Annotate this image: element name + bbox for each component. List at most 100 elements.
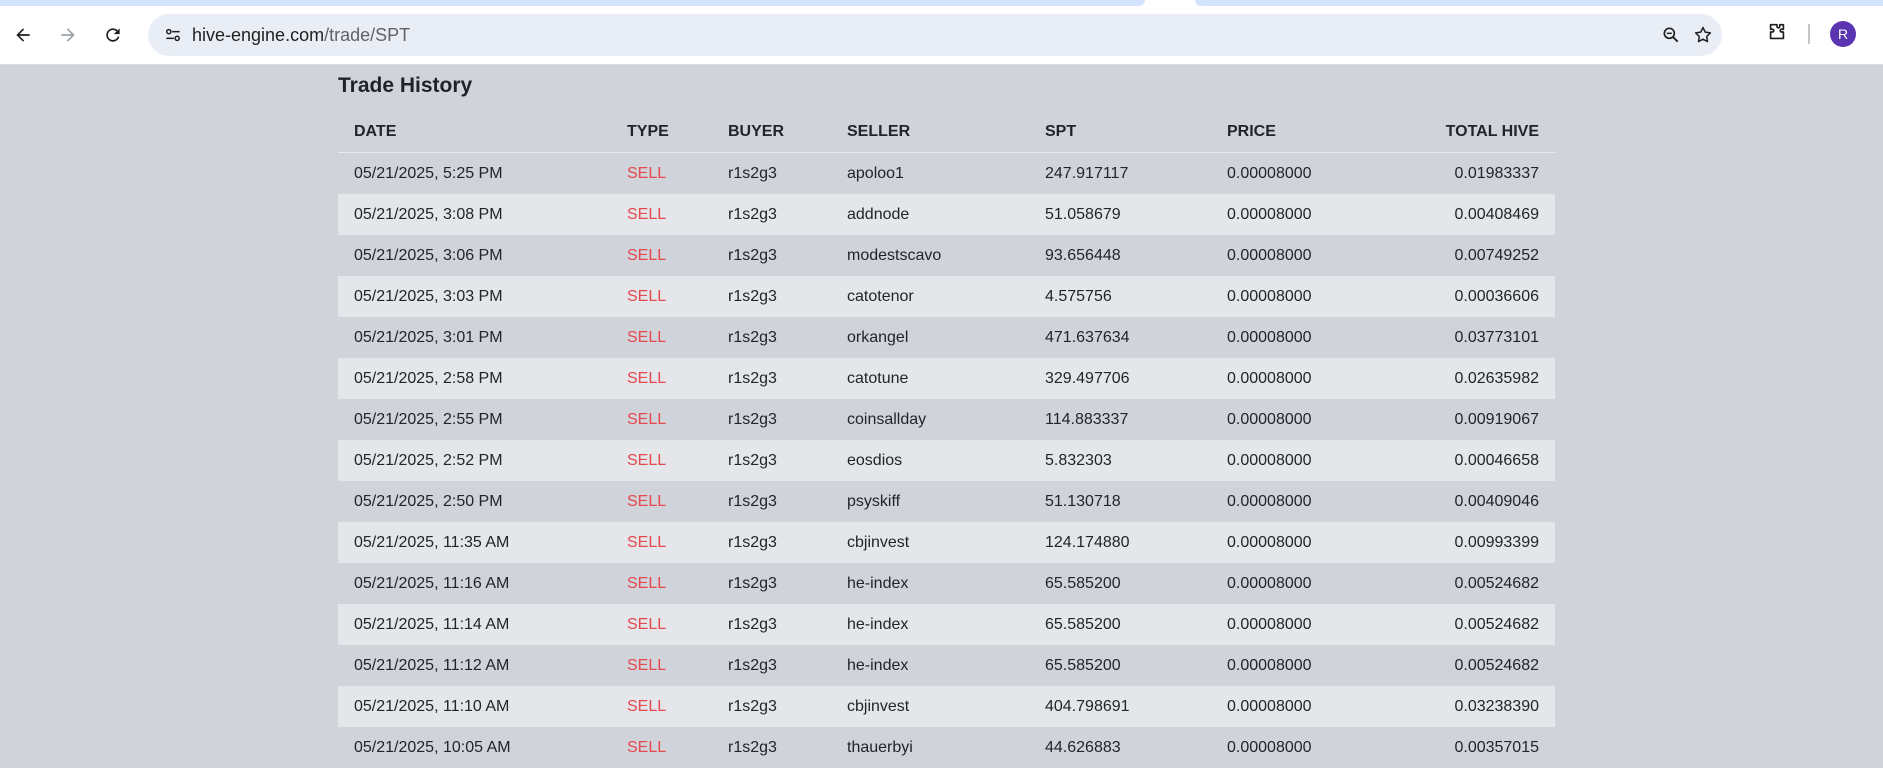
cell-total-hive: 0.03238390 (1403, 686, 1555, 727)
cell-type: SELL (611, 152, 712, 194)
cell-seller: psyskiff (831, 481, 1029, 522)
cell-total-hive: 0.00409046 (1403, 481, 1555, 522)
header-type[interactable]: TYPE (611, 111, 712, 153)
cell-date: 05/21/2025, 2:52 PM (338, 440, 611, 481)
table-row: 05/21/2025, 2:50 PM SELL r1s2g3 psyskiff 51.… (338, 481, 1555, 522)
zoom-button[interactable] (1656, 20, 1686, 50)
url-text[interactable]: hive-engine.com/trade/SPT (192, 14, 410, 56)
cell-spt: 124.174880 (1029, 522, 1211, 563)
cell-buyer: r1s2g3 (712, 399, 831, 440)
cell-price: 0.00008000 (1211, 399, 1403, 440)
cell-buyer: r1s2g3 (712, 440, 831, 481)
cell-date: 05/21/2025, 11:14 AM (338, 604, 611, 645)
cell-spt: 471.637634 (1029, 317, 1211, 358)
cell-type: SELL (611, 604, 712, 645)
toolbar-separator (1808, 24, 1810, 44)
cell-spt: 329.497706 (1029, 358, 1211, 399)
cell-total-hive: 0.00524682 (1403, 563, 1555, 604)
cell-price: 0.00008000 (1211, 481, 1403, 522)
cell-buyer: r1s2g3 (712, 152, 831, 194)
zoom-icon (1663, 27, 1679, 43)
trade-history-section: Trade History DATE TYPE BUYER SELLER SPT… (338, 65, 1555, 768)
table-row: 05/21/2025, 11:16 AM SELL r1s2g3 he-index 65… (338, 563, 1555, 604)
table-row: 05/21/2025, 11:35 AM SELL r1s2g3 cbjinvest 1… (338, 522, 1555, 563)
cell-buyer: r1s2g3 (712, 481, 831, 522)
cell-seller: he-index (831, 563, 1029, 604)
reload-button[interactable] (96, 18, 130, 52)
reload-icon (106, 28, 120, 42)
table-row: 05/21/2025, 3:06 PM SELL r1s2g3 modestscavo… (338, 235, 1555, 276)
table-row: 05/21/2025, 3:08 PM SELL r1s2g3 addnode 51.0… (338, 194, 1555, 235)
cell-type: SELL (611, 563, 712, 604)
table-row: 05/21/2025, 11:12 AM SELL r1s2g3 he-index 65… (338, 645, 1555, 686)
cell-price: 0.00008000 (1211, 317, 1403, 358)
table-row: 05/21/2025, 2:52 PM SELL r1s2g3 eosdios 5.83… (338, 440, 1555, 481)
url-domain: hive-engine.com (192, 25, 325, 45)
cell-spt: 51.130718 (1029, 481, 1211, 522)
cell-buyer: r1s2g3 (712, 194, 831, 235)
cell-buyer: r1s2g3 (712, 727, 831, 768)
cell-seller: apoloo1 (831, 152, 1029, 194)
cell-seller: cbjinvest (831, 522, 1029, 563)
cell-total-hive: 0.00036606 (1403, 276, 1555, 317)
address-bar[interactable]: hive-engine.com/trade/SPT (148, 14, 1722, 56)
cell-spt: 93.656448 (1029, 235, 1211, 276)
bookmark-button[interactable] (1688, 20, 1718, 50)
tune-icon (166, 28, 180, 42)
header-total-hive[interactable]: TOTAL HIVE (1403, 111, 1555, 153)
cell-buyer: r1s2g3 (712, 358, 831, 399)
header-buyer[interactable]: BUYER (712, 111, 831, 153)
cell-seller: he-index (831, 604, 1029, 645)
cell-seller: coinsallday (831, 399, 1029, 440)
cell-date: 05/21/2025, 2:50 PM (338, 481, 611, 522)
cell-date: 05/21/2025, 11:12 AM (338, 645, 611, 686)
table-row: 05/21/2025, 11:14 AM SELL r1s2g3 he-index 65… (338, 604, 1555, 645)
puzzle-icon (1769, 23, 1785, 40)
table-row: 05/21/2025, 2:58 PM SELL r1s2g3 catotune 329… (338, 358, 1555, 399)
header-seller[interactable]: SELLER (831, 111, 1029, 153)
back-button[interactable] (6, 18, 40, 52)
cell-date: 05/21/2025, 11:16 AM (338, 563, 611, 604)
cell-type: SELL (611, 522, 712, 563)
cell-date: 05/21/2025, 5:25 PM (338, 152, 611, 194)
cell-type: SELL (611, 481, 712, 522)
cell-spt: 404.798691 (1029, 686, 1211, 727)
cell-date: 05/21/2025, 11:10 AM (338, 686, 611, 727)
header-price[interactable]: PRICE (1211, 111, 1403, 153)
cell-price: 0.00008000 (1211, 563, 1403, 604)
site-info-button[interactable] (158, 20, 188, 50)
cell-type: SELL (611, 276, 712, 317)
cell-seller: catotune (831, 358, 1029, 399)
cell-type: SELL (611, 686, 712, 727)
cell-total-hive: 0.00408469 (1403, 194, 1555, 235)
header-spt[interactable]: SPT (1029, 111, 1211, 153)
cell-type: SELL (611, 194, 712, 235)
cell-buyer: r1s2g3 (712, 563, 831, 604)
table-row: 05/21/2025, 3:03 PM SELL r1s2g3 catotenor 4.… (338, 276, 1555, 317)
cell-type: SELL (611, 399, 712, 440)
cell-total-hive: 0.01983337 (1403, 152, 1555, 194)
header-date[interactable]: DATE (338, 111, 611, 153)
extensions-button[interactable] (1762, 17, 1792, 47)
back-arrow-icon (16, 28, 30, 42)
cell-spt: 65.585200 (1029, 645, 1211, 686)
cell-price: 0.00008000 (1211, 440, 1403, 481)
cell-type: SELL (611, 358, 712, 399)
table-row: 05/21/2025, 5:25 PM SELL r1s2g3 apoloo1 247.… (338, 152, 1555, 194)
forward-arrow-icon (61, 28, 75, 42)
cell-seller: catotenor (831, 276, 1029, 317)
profile-avatar[interactable]: R (1830, 21, 1856, 47)
cell-total-hive: 0.00524682 (1403, 604, 1555, 645)
table-row: 05/21/2025, 11:10 AM SELL r1s2g3 cbjinvest 4… (338, 686, 1555, 727)
cell-buyer: r1s2g3 (712, 604, 831, 645)
forward-button[interactable] (51, 18, 85, 52)
browser-toolbar: hive-engine.com/trade/SPT R (0, 6, 1883, 65)
table-header-row: DATE TYPE BUYER SELLER SPT PRICE TOTAL H… (338, 111, 1555, 153)
cell-spt: 247.917117 (1029, 152, 1211, 194)
cell-total-hive: 0.00749252 (1403, 235, 1555, 276)
cell-price: 0.00008000 (1211, 194, 1403, 235)
trade-history-table: DATE TYPE BUYER SELLER SPT PRICE TOTAL H… (338, 111, 1555, 768)
cell-spt: 51.058679 (1029, 194, 1211, 235)
cell-type: SELL (611, 440, 712, 481)
cell-total-hive: 0.02635982 (1403, 358, 1555, 399)
